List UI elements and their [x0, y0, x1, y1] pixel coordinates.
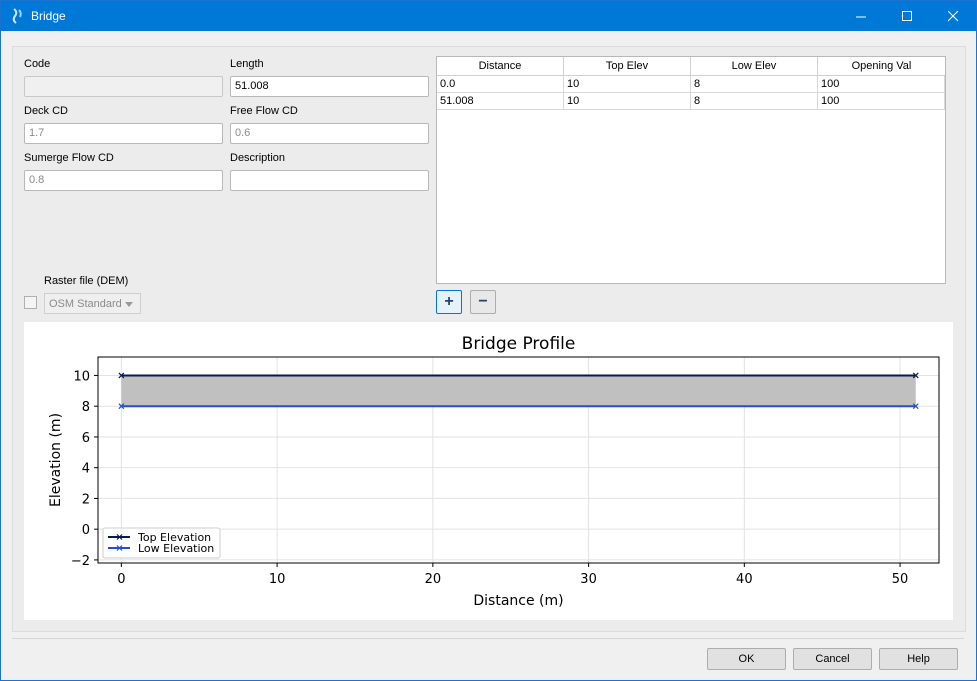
fill-between-area — [121, 375, 916, 407]
close-icon — [947, 10, 958, 21]
help-button[interactable]: Help — [879, 648, 958, 670]
y-tick-label: 8 — [82, 400, 90, 415]
minimize-icon — [855, 16, 866, 17]
table-cell[interactable]: 8 — [691, 76, 818, 93]
y-tick-label: 6 — [82, 431, 90, 446]
table-header: Distance Top Elev Low Elev Opening Val — [437, 57, 945, 76]
column-header-top-elev[interactable]: Top Elev — [564, 57, 691, 75]
sumerge-flow-cd-field[interactable]: 0.8 — [24, 170, 223, 191]
table-row[interactable]: 51.008 10 8 100 — [437, 93, 945, 110]
chart-title: Bridge Profile — [462, 334, 576, 354]
y-tick-label: 4 — [82, 462, 90, 477]
deck-cd-field[interactable]: 1.7 — [24, 123, 223, 144]
title-bar[interactable]: Bridge — [1, 1, 976, 31]
table-cell[interactable]: 100 — [818, 93, 945, 110]
column-header-low-elev[interactable]: Low Elev — [691, 57, 818, 75]
table-row[interactable]: 0.0 10 8 100 — [437, 76, 945, 93]
length-field[interactable]: 51.008 — [230, 76, 429, 97]
y-tick-label: −2 — [71, 554, 90, 569]
table-cell[interactable]: 10 — [564, 76, 691, 93]
description-label: Description — [230, 152, 286, 164]
legend-label: Low Elevation — [138, 542, 214, 555]
x-tick-label: 40 — [736, 572, 753, 587]
close-button[interactable] — [930, 1, 976, 31]
raster-select-value: OSM Standard — [49, 298, 122, 310]
cancel-button[interactable]: Cancel — [793, 648, 872, 670]
code-label: Code — [24, 58, 51, 70]
chevron-down-icon — [125, 302, 133, 307]
window-title: Bridge — [31, 9, 66, 23]
add-row-button[interactable]: + — [436, 290, 462, 314]
maximize-button[interactable] — [884, 1, 930, 31]
remove-row-button[interactable]: − — [470, 290, 496, 314]
x-axis-label: Distance (m) — [473, 593, 563, 609]
maximize-icon — [901, 10, 912, 21]
free-flow-cd-field[interactable]: 0.6 — [230, 123, 429, 144]
description-field[interactable] — [230, 170, 429, 191]
table-cell[interactable]: 100 — [818, 76, 945, 93]
code-field[interactable] — [24, 76, 223, 97]
raster-file-label: Raster file (DEM) — [44, 275, 129, 287]
table-cell[interactable]: 8 — [691, 93, 818, 110]
deck-cd-label: Deck CD — [24, 105, 69, 117]
length-label: Length — [230, 58, 264, 70]
minimize-button[interactable] — [838, 1, 884, 31]
y-axis-label: Elevation (m) — [48, 413, 64, 507]
raster-checkbox[interactable] — [24, 296, 37, 309]
x-tick-label: 30 — [580, 572, 597, 587]
chart-svg: Bridge Profile 0 10 20 30 40 50 −2 0 2 4 6 8 10 Distan… — [48, 334, 940, 609]
y-tick-label: 2 — [82, 492, 90, 507]
x-tick-label: 50 — [892, 572, 909, 587]
sumerge-flow-cd-label: Sumerge Flow CD — [24, 152, 114, 164]
x-tick-label: 20 — [425, 572, 442, 587]
column-header-opening-val[interactable]: Opening Val — [818, 57, 945, 75]
app-logo-icon — [12, 8, 22, 24]
y-tick-label: 0 — [82, 523, 90, 538]
raster-select[interactable]: OSM Standard — [44, 293, 141, 314]
x-tick-label: 10 — [269, 572, 286, 587]
ok-button[interactable]: OK — [707, 648, 786, 670]
bridge-sections-table[interactable]: Distance Top Elev Low Elev Opening Val 0… — [436, 56, 946, 284]
bridge-profile-chart: Bridge Profile 0 10 20 30 40 50 −2 0 2 4 6 8 10 Distan… — [24, 322, 953, 620]
table-cell[interactable]: 0.0 — [437, 76, 564, 93]
y-tick-label: 10 — [73, 369, 90, 384]
free-flow-cd-label: Free Flow CD — [230, 105, 298, 117]
table-cell[interactable]: 10 — [564, 93, 691, 110]
footer-divider — [12, 638, 964, 639]
x-tick-label: 0 — [117, 572, 125, 587]
table-cell[interactable]: 51.008 — [437, 93, 564, 110]
column-header-distance[interactable]: Distance — [437, 57, 564, 75]
